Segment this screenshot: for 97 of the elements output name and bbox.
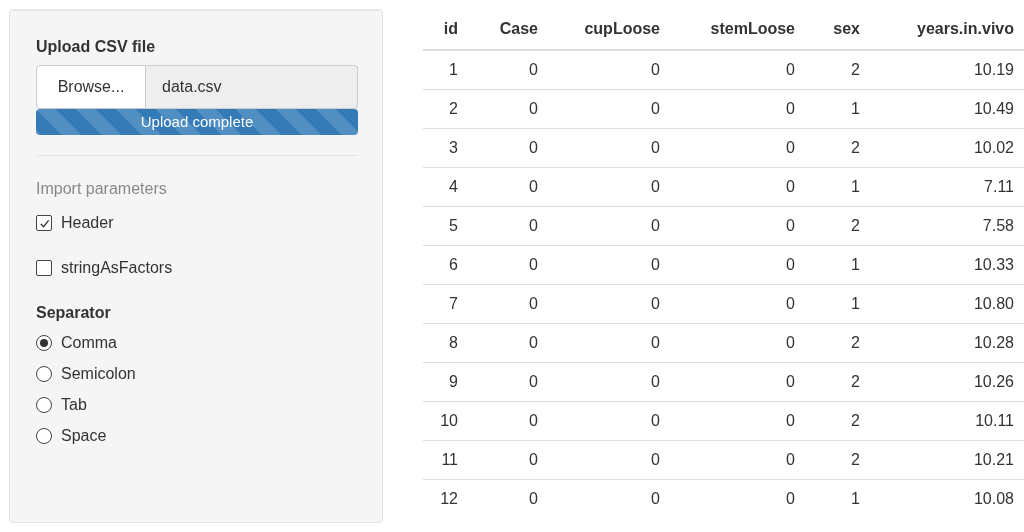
column-header[interactable]: years.in.vivo [870,9,1024,50]
radio-button[interactable] [36,366,52,382]
table-cell: 6 [423,245,470,285]
table-cell: 0 [470,89,548,129]
table-cell: 10.08 [870,479,1024,518]
progress-text: Upload complete [139,113,255,130]
table-cell: 0 [670,401,805,441]
table-cell: 10.11 [870,401,1024,441]
table-cell: 11 [423,440,470,480]
table-cell: 3 [423,128,470,168]
table-cell: 0 [670,89,805,129]
table-cell: 0 [670,50,805,90]
table-cell: 0 [470,245,548,285]
radio-label: Semicolon [61,365,136,383]
upload-label: Upload CSV file [36,38,156,56]
table-cell: 0 [670,362,805,402]
checkbox[interactable] [36,260,52,276]
check-icon [38,217,50,229]
radio-button[interactable] [36,397,52,413]
table-cell: 2 [805,401,870,441]
radio-label: Comma [61,334,117,352]
table-cell: 10.19 [870,50,1024,90]
table-cell: 4 [423,167,470,207]
radio-label: Space [61,427,107,445]
table-cell: 0 [548,284,670,324]
table-cell: 0 [470,440,548,480]
column-header[interactable]: Case [470,9,548,50]
table-cell: 1 [423,50,470,90]
table-cell: 0 [548,206,670,246]
radio-label: Tab [61,396,87,414]
table-cell: 1 [805,89,870,129]
table-cell: 0 [670,323,805,363]
column-header[interactable]: id [423,9,470,50]
table-cell: 0 [670,440,805,480]
table-cell: 0 [548,128,670,168]
table-cell: 0 [470,362,548,402]
table-cell: 0 [470,50,548,90]
table-cell: 0 [670,479,805,518]
table-cell: 0 [548,362,670,402]
table-cell: 0 [670,128,805,168]
table-cell: 2 [805,323,870,363]
checkbox[interactable] [36,215,52,231]
table-cell: 10.49 [870,89,1024,129]
filename-field[interactable]: data.csv [146,65,358,109]
table-cell: 0 [470,284,548,324]
table-cell: 1 [805,284,870,324]
table-cell: 0 [470,128,548,168]
table-cell: 0 [548,479,670,518]
table-cell: 1 [805,245,870,285]
table-cell: 10.33 [870,245,1024,285]
table-cell: 8 [423,323,470,363]
checkbox-label: stringAsFactors [61,259,173,277]
table-cell: 0 [670,245,805,285]
table-cell: 12 [423,479,470,518]
table-cell: 2 [805,206,870,246]
column-header[interactable]: sex [805,9,870,50]
table-cell: 0 [548,167,670,207]
checkbox-label: Header [61,214,114,232]
table-cell: 2 [423,89,470,129]
table-cell: 10 [423,401,470,441]
table-cell: 0 [470,479,548,518]
table-cell: 0 [470,206,548,246]
table-cell: 10.26 [870,362,1024,402]
table-cell: 10.02 [870,128,1024,168]
table-cell: 0 [670,284,805,324]
table-cell: 7.58 [870,206,1024,246]
radio-button[interactable] [36,335,52,351]
table-cell: 2 [805,128,870,168]
table-cell: 0 [548,401,670,441]
table-cell: 0 [470,401,548,441]
section-heading: Import parameters [36,180,167,198]
table-cell: 0 [548,50,670,90]
table-cell: 0 [670,167,805,207]
radio-button[interactable] [36,428,52,444]
table-cell: 0 [470,323,548,363]
table-cell: 10.21 [870,440,1024,480]
table-cell: 2 [805,440,870,480]
table-cell: 0 [548,323,670,363]
column-header[interactable]: stemLoose [670,9,805,50]
table-cell: 0 [548,89,670,129]
table-cell: 1 [805,479,870,518]
table-cell: 0 [670,206,805,246]
browse-button[interactable]: Browse... [36,65,146,109]
table-cell: 7.11 [870,167,1024,207]
table-cell: 10.28 [870,323,1024,363]
table-cell: 9 [423,362,470,402]
table-cell: 1 [805,167,870,207]
table-cell: 2 [805,50,870,90]
table-cell: 5 [423,206,470,246]
column-header[interactable]: cupLoose [548,9,670,50]
table-cell: 10.80 [870,284,1024,324]
separator-label: Separator [36,304,111,322]
table-cell: 2 [805,362,870,402]
table-cell: 0 [470,167,548,207]
table-cell: 0 [548,440,670,480]
table-cell: 0 [548,245,670,285]
table-cell: 7 [423,284,470,324]
